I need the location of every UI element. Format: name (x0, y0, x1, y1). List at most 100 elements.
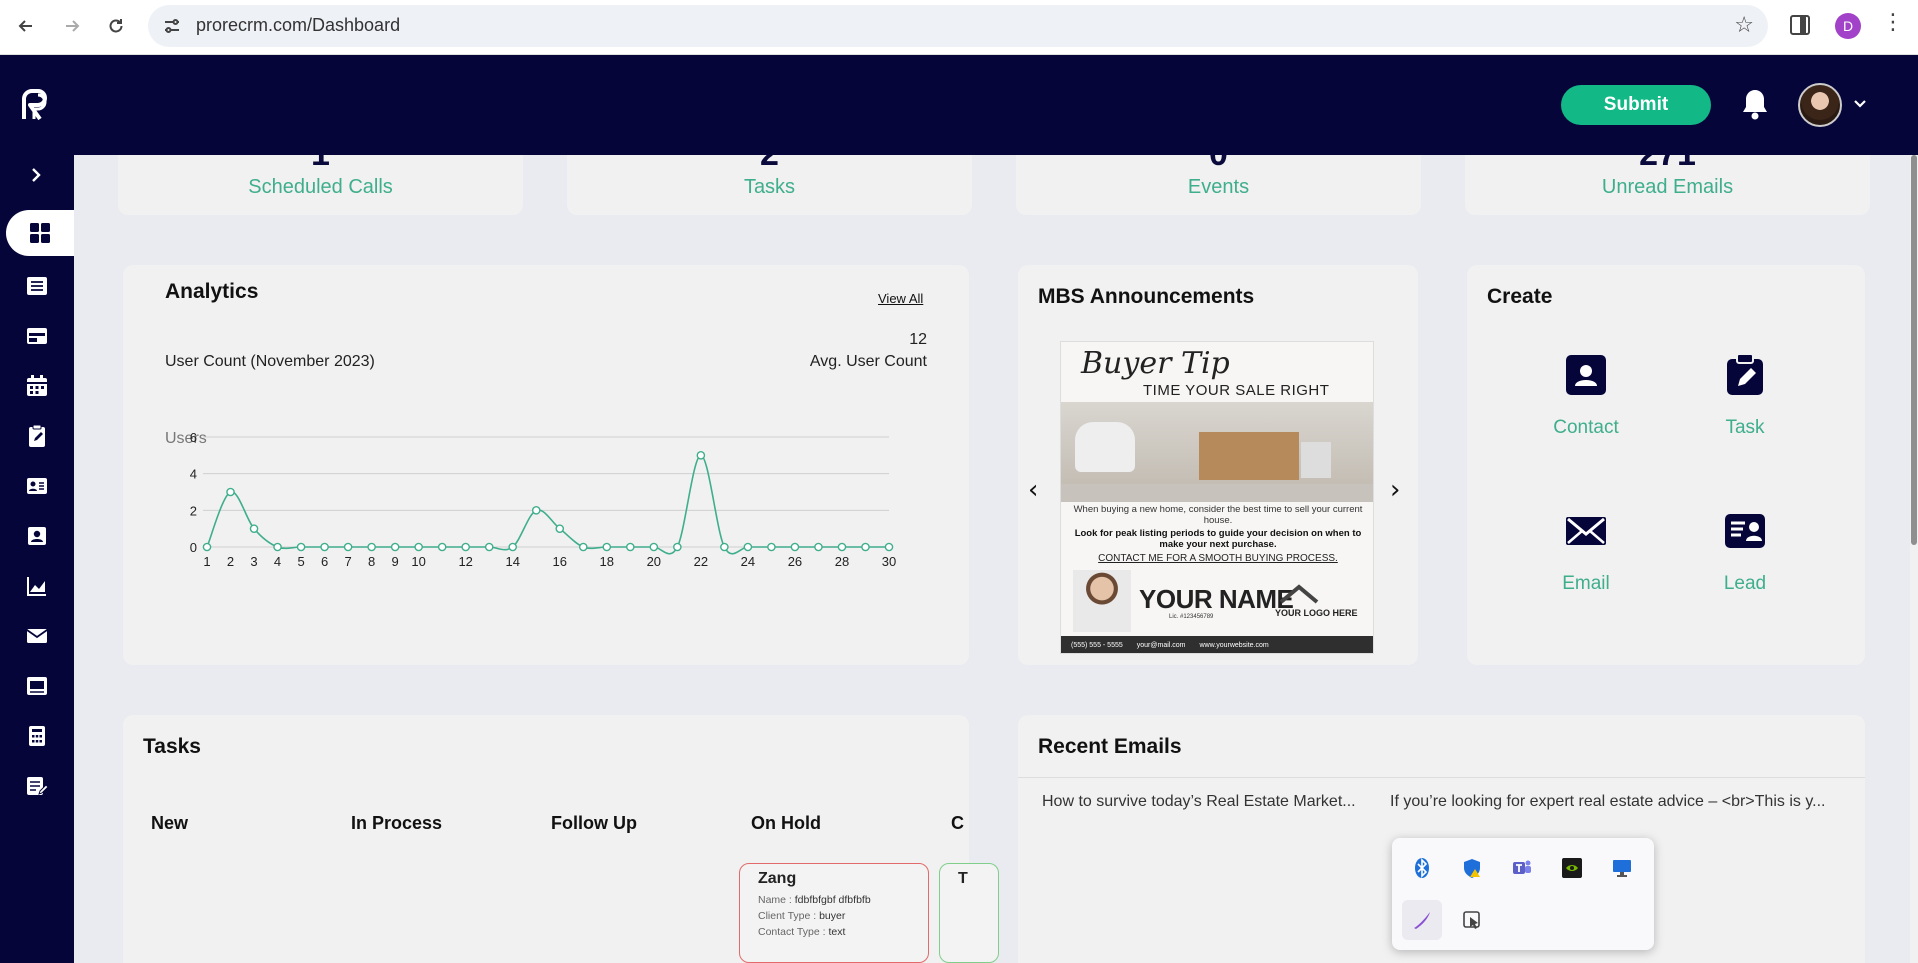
sidebar-item-contacts[interactable] (0, 463, 74, 509)
data-point (414, 542, 423, 552)
task-card-row: Contact Type : text (758, 926, 910, 938)
clipboard-edit-icon (29, 424, 45, 447)
field-value: buyer (819, 910, 846, 922)
chevron-down-icon[interactable] (1852, 95, 1868, 111)
app-logo-icon[interactable] (18, 85, 58, 125)
page-scrollbar[interactable] (1910, 155, 1918, 963)
flyer-footer: (555) 555 - 5555 your@mail.com www.yourw… (1061, 636, 1373, 653)
pen-icon[interactable] (1402, 900, 1442, 940)
x-tick-label: 28 (835, 554, 849, 569)
display-icon[interactable] (1602, 848, 1642, 888)
user-count-chart: 02461 2 3 4 5 6 7 8 9 10 12 14 16 18 20 22 24 26 28 30 (190, 430, 896, 569)
sidebar-item-notes[interactable] (0, 763, 74, 809)
x-tick-label: 8 (368, 554, 375, 569)
data-point (367, 542, 376, 552)
data-point (390, 542, 400, 552)
carousel-next-icon[interactable]: › (1390, 475, 1400, 505)
data-point (578, 542, 588, 552)
profile-avatar[interactable]: D (1835, 13, 1861, 39)
announcements-panel: MBS Announcements ‹ › Buyer Tip TIME YOU… (1018, 265, 1418, 665)
teams-icon[interactable] (1502, 848, 1542, 888)
data-point (461, 542, 470, 552)
flyer-subheadline: TIME YOUR SALE RIGHT (1143, 382, 1330, 399)
bell-icon[interactable] (1740, 87, 1770, 121)
create-contact-button[interactable]: Contact (1526, 353, 1646, 439)
submit-button[interactable]: Submit (1561, 85, 1711, 125)
stat-card-tasks[interactable]: 2 Tasks (567, 155, 972, 215)
create-email-button[interactable]: Email (1526, 509, 1646, 595)
create-task-button[interactable]: Task (1685, 353, 1805, 439)
data-point (202, 542, 212, 552)
bluetooth-icon[interactable] (1402, 848, 1442, 888)
carousel-prev-icon[interactable]: ‹ (1028, 475, 1038, 505)
stat-number: 0 (1016, 155, 1421, 174)
reload-icon[interactable] (102, 12, 130, 40)
stat-card-events[interactable]: 0 Events (1016, 155, 1421, 215)
nvidia-icon[interactable] (1552, 848, 1592, 888)
sidebar-item-calculator[interactable] (0, 713, 74, 759)
envelope-icon (26, 629, 48, 643)
sidebar-item-calendar[interactable] (0, 363, 74, 409)
create-label: Lead (1723, 573, 1767, 594)
flyer-name: YOUR NAME (1139, 584, 1294, 614)
x-tick-label: 16 (553, 554, 567, 569)
panel-title: MBS Announcements (1038, 285, 1255, 308)
sidebar-item-tasks[interactable] (0, 413, 74, 459)
divider (1018, 777, 1865, 778)
stat-number: 2 (567, 155, 972, 174)
sidebar-item-email[interactable] (0, 613, 74, 659)
stat-label: Events (1187, 176, 1250, 198)
x-tick-label: 9 (392, 554, 399, 569)
agent-photo (1073, 570, 1131, 632)
snipping-icon[interactable] (1452, 900, 1492, 940)
stat-card-scheduled-calls[interactable]: 1 Scheduled Calls (118, 155, 523, 215)
bookmark-star-icon[interactable]: ☆ (1734, 13, 1754, 38)
task-card[interactable]: T (939, 863, 999, 963)
stat-card-unread-emails[interactable]: 271 Unread Emails (1465, 155, 1870, 215)
stat-label: Unread Emails (1601, 176, 1734, 198)
kanban-column-follow-up: Follow Up (551, 813, 637, 833)
house-logo-icon (1279, 584, 1319, 604)
address-bar[interactable]: prorecrm.com/Dashboard ☆ (148, 5, 1768, 47)
announcement-flyer[interactable]: Buyer Tip TIME YOUR SALE RIGHT When buyi… (1060, 341, 1374, 654)
sidebar-item-browser[interactable] (0, 313, 74, 359)
calculator-icon (29, 726, 45, 746)
sidebar-item-archive[interactable] (0, 663, 74, 709)
task-card-name: Zang (758, 870, 797, 887)
x-tick-label: 2 (227, 554, 234, 569)
sidebar-item-profile[interactable] (0, 513, 74, 559)
panel-title: Create (1487, 285, 1553, 308)
user-avatar[interactable] (1798, 83, 1842, 127)
data-point (673, 542, 682, 552)
id-card-icon (27, 478, 47, 494)
data-point (837, 542, 847, 552)
field-label: Client Type : (758, 910, 817, 922)
url-text[interactable]: prorecrm.com/Dashboard (196, 15, 400, 36)
task-card-row: Client Type : buyer (758, 910, 910, 922)
flyer-logo: YOUR LOGO HERE (1275, 608, 1358, 618)
side-panel-icon[interactable] (1790, 15, 1810, 35)
calendar-icon (27, 375, 47, 396)
x-tick-label: 3 (250, 554, 257, 569)
task-card-name: T (958, 870, 968, 887)
data-point (884, 542, 894, 552)
create-label: Contact (1553, 417, 1619, 438)
sidebar-item-dashboard[interactable] (6, 210, 74, 256)
security-warning-icon[interactable] (1452, 848, 1492, 888)
create-label: Task (1725, 417, 1765, 438)
sidebar-item-analytics[interactable] (0, 563, 74, 609)
stat-number: 1 (118, 155, 523, 174)
arrow-right-icon[interactable] (58, 12, 86, 40)
arrow-left-icon[interactable] (12, 12, 40, 40)
x-tick-label: 30 (882, 554, 896, 569)
data-point (437, 542, 447, 552)
y-tick-label: 6 (190, 430, 197, 445)
browser-menu-icon[interactable]: ⋮ (1882, 10, 1904, 35)
sidebar-item-list[interactable] (0, 263, 74, 309)
task-card[interactable]: Zang Name : fdbfbfgbf dfbfbfb Client Typ… (739, 863, 929, 963)
scrollbar-thumb[interactable] (1911, 155, 1917, 545)
site-settings-icon[interactable] (162, 16, 182, 36)
chevron-right-icon[interactable] (26, 165, 46, 191)
create-lead-button[interactable]: Lead (1685, 509, 1805, 595)
data-point (649, 542, 659, 552)
